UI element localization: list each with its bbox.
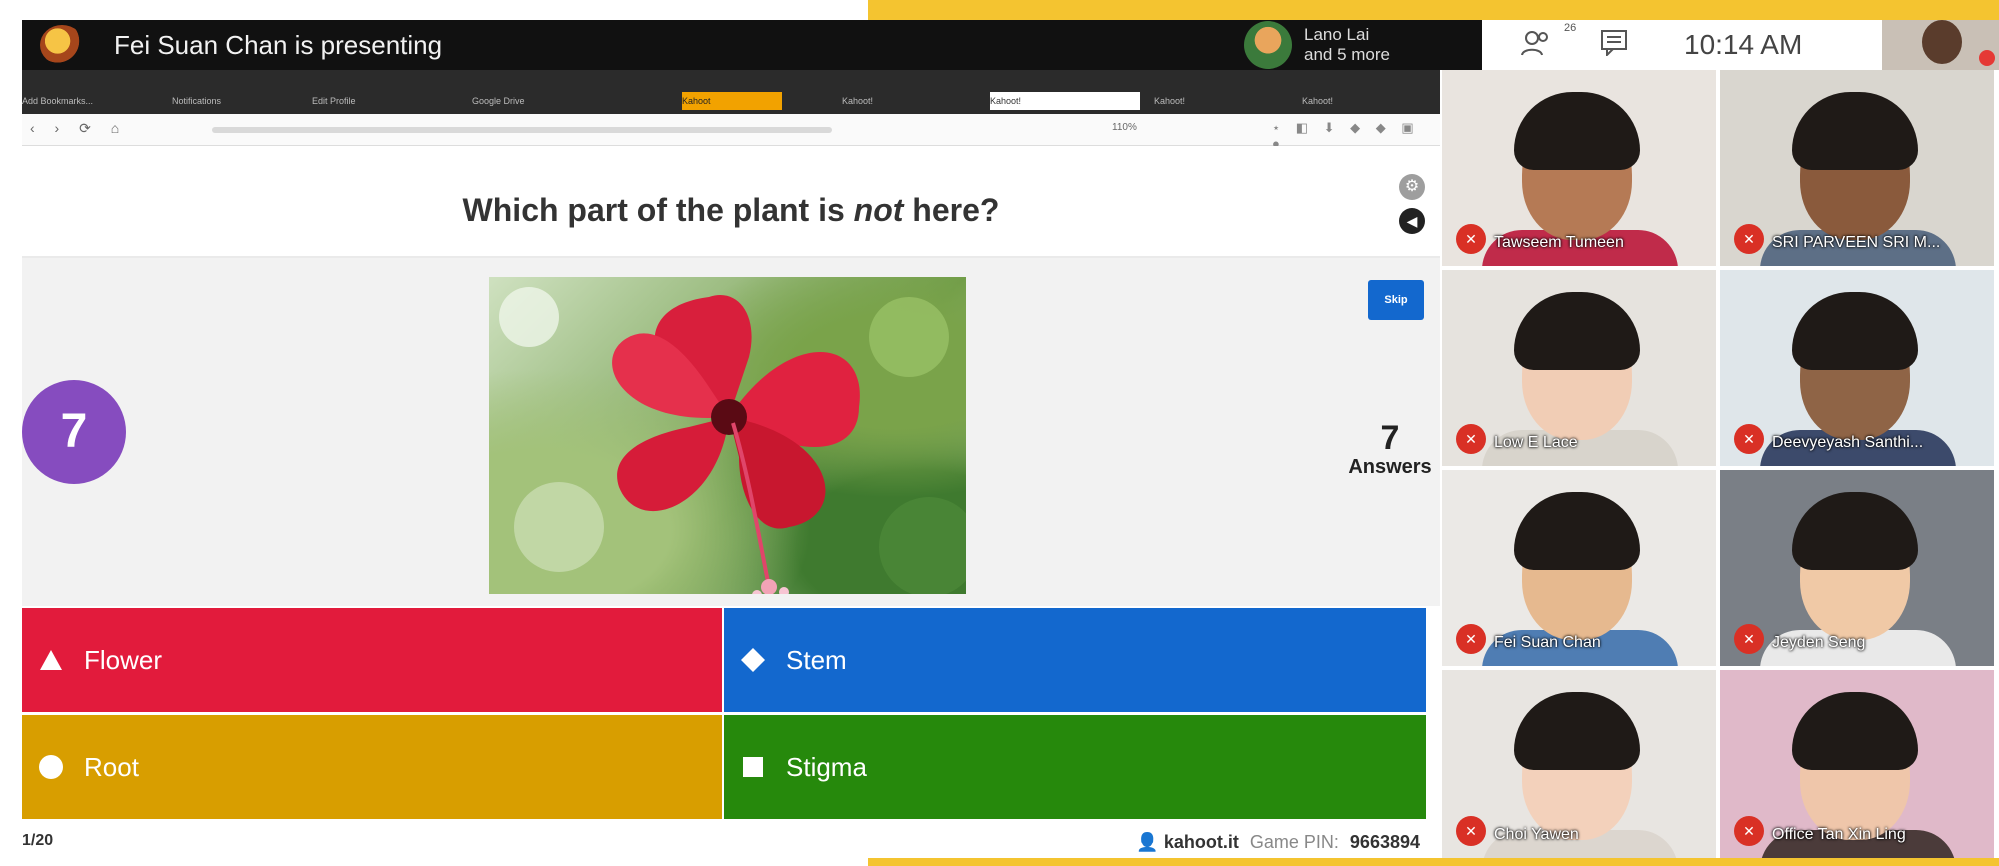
people-icon[interactable]: [1518, 28, 1558, 62]
countdown-timer: 7: [22, 380, 126, 484]
participant-name: SRI PARVEEN SRI M...: [1772, 234, 1941, 251]
square-icon: [738, 752, 768, 782]
question-image: [489, 277, 966, 594]
participant-grid: ✕ Tawseem Tumeen ✕ SRI PARVEEN SRI M... …: [1440, 70, 1999, 858]
mic-off-icon: ✕: [1456, 224, 1486, 254]
hibiscus-flower-image: [499, 287, 966, 594]
game-pin: 9663894: [1349, 832, 1420, 852]
presenter-title: Fei Suan Chan is presenting: [114, 29, 443, 60]
participant-name: Choi Yawen: [1494, 826, 1579, 843]
browser-address-bar: ‹ › ⟳ ⌂ 110% ⋆ ◧ ⬇ ◆ ◆ ▣ ●: [22, 114, 1440, 151]
circle-icon: [36, 752, 66, 782]
mic-off-icon: ✕: [1734, 224, 1764, 254]
meeting-clock: 10:14 AM: [1684, 29, 1803, 60]
participant-name: Office Tan Xin Ling: [1772, 826, 1906, 843]
frame-accent-bottom: [868, 858, 1999, 866]
diamond-icon: [738, 645, 768, 675]
browser-tab[interactable]: Kahoot!: [1154, 92, 1294, 110]
settings-icon[interactable]: ⚙: [1399, 174, 1425, 200]
answer-label: Flower: [84, 644, 163, 675]
participant-tile[interactable]: ✕ Jeyden Seng: [1720, 470, 1994, 666]
answers-number: 7: [1380, 419, 1400, 457]
browser-tab[interactable]: Google Drive: [472, 92, 622, 110]
self-view[interactable]: [1882, 20, 1999, 70]
others-name: Lano Lai: [1304, 25, 1370, 44]
answer-option-root[interactable]: Root: [22, 715, 722, 819]
user-icon: 👤: [1136, 832, 1159, 852]
participant-tile[interactable]: ✕ Tawseem Tumeen: [1442, 70, 1716, 266]
participant-name: Jeyden Seng: [1772, 634, 1866, 651]
zoom-level[interactable]: 110%: [1112, 122, 1137, 133]
participant-name: Deevyeyash Santhi...: [1772, 434, 1924, 451]
participant-tile[interactable]: ✕ Choi Yawen: [1442, 670, 1716, 858]
participant-tile[interactable]: ✕ Deevyeyash Santhi...: [1720, 270, 1994, 466]
url-text: [212, 127, 832, 133]
participant-tile[interactable]: ✕ SRI PARVEEN SRI M...: [1720, 70, 1994, 266]
question-progress: 1/20: [22, 832, 54, 849]
mic-off-icon: ✕: [1734, 624, 1764, 654]
screen: Fei Suan Chan is presenting Lano Lai and…: [0, 0, 1999, 866]
browser-tab[interactable]: Kahoot!: [842, 92, 982, 110]
answers-label: Answers: [1348, 456, 1432, 478]
frame-accent-top: [868, 0, 1999, 20]
participant-name: Low E Lace: [1494, 434, 1578, 451]
answer-option-stem[interactable]: Stem: [724, 608, 1426, 712]
participant-name: Fei Suan Chan: [1494, 634, 1601, 651]
mic-off-icon: ✕: [1456, 624, 1486, 654]
browser-tab[interactable]: Kahoot: [682, 92, 782, 110]
question-emphasis: not: [853, 192, 904, 228]
presenter-bar: Fei Suan Chan is presenting Lano Lai and…: [22, 20, 1482, 70]
participants-count: 26: [1564, 22, 1577, 34]
answer-option-stigma[interactable]: Stigma: [724, 715, 1426, 819]
question-text: Which part of the plant is not here?: [22, 192, 1440, 229]
chat-icon[interactable]: [1594, 28, 1634, 62]
avatar: [1244, 21, 1292, 69]
browser-nav-buttons[interactable]: ‹ › ⟳ ⌂: [30, 120, 127, 137]
self-avatar: [1922, 20, 1962, 64]
answer-option-flower[interactable]: Flower: [22, 608, 722, 712]
game-pin-info: 👤 kahoot.it Game PIN: 9663894: [1136, 832, 1420, 853]
browser-tab-bar: Add Bookmarks... Notifications Edit Prof…: [22, 70, 1440, 114]
answer-label: Stem: [786, 644, 847, 675]
question-part: Which part of the plant is: [462, 192, 854, 228]
answers-counter: 7 Answers: [1330, 420, 1450, 479]
game-footer: 1/20 👤 kahoot.it Game PIN: 9663894: [22, 822, 1440, 858]
pin-label: Game PIN:: [1249, 832, 1339, 852]
presenter-avatar: [40, 25, 84, 65]
others-label: Lano Lai and 5 more: [1304, 25, 1390, 65]
sound-icon[interactable]: ◀: [1399, 208, 1425, 234]
participant-name: Tawseem Tumeen: [1494, 234, 1624, 251]
browser-tab[interactable]: Kahoot!: [1302, 92, 1422, 110]
url-field[interactable]: [212, 123, 832, 137]
mic-off-icon: ✕: [1734, 816, 1764, 846]
participant-tile[interactable]: ✕ Low E Lace: [1442, 270, 1716, 466]
browser-tab-active[interactable]: Kahoot!: [990, 92, 1140, 110]
notification-badge: [1979, 50, 1995, 66]
meeting-controls: 26 10:14 AM: [1482, 20, 1882, 70]
participant-tile[interactable]: ✕ Office Tan Xin Ling: [1720, 670, 1994, 858]
browser-tab[interactable]: Notifications: [172, 92, 312, 110]
answer-label: Root: [84, 751, 139, 782]
participant-tile[interactable]: ✕ Fei Suan Chan: [1442, 470, 1716, 666]
browser-tab[interactable]: Add Bookmarks...: [22, 92, 172, 110]
mic-off-icon: ✕: [1456, 424, 1486, 454]
brand-label: kahoot.it: [1163, 832, 1239, 852]
others-more: and 5 more: [1304, 45, 1390, 64]
others-indicator[interactable]: Lano Lai and 5 more: [1244, 20, 1390, 70]
browser-tab[interactable]: Edit Profile: [312, 92, 472, 110]
mic-off-icon: ✕: [1734, 424, 1764, 454]
question-bar: Which part of the plant is not here? ⚙ ◀: [22, 146, 1440, 258]
answer-label: Stigma: [786, 751, 867, 782]
triangle-icon: [36, 645, 66, 675]
skip-button[interactable]: Skip: [1368, 280, 1424, 320]
question-part: here?: [903, 192, 1000, 228]
mic-off-icon: ✕: [1456, 816, 1486, 846]
